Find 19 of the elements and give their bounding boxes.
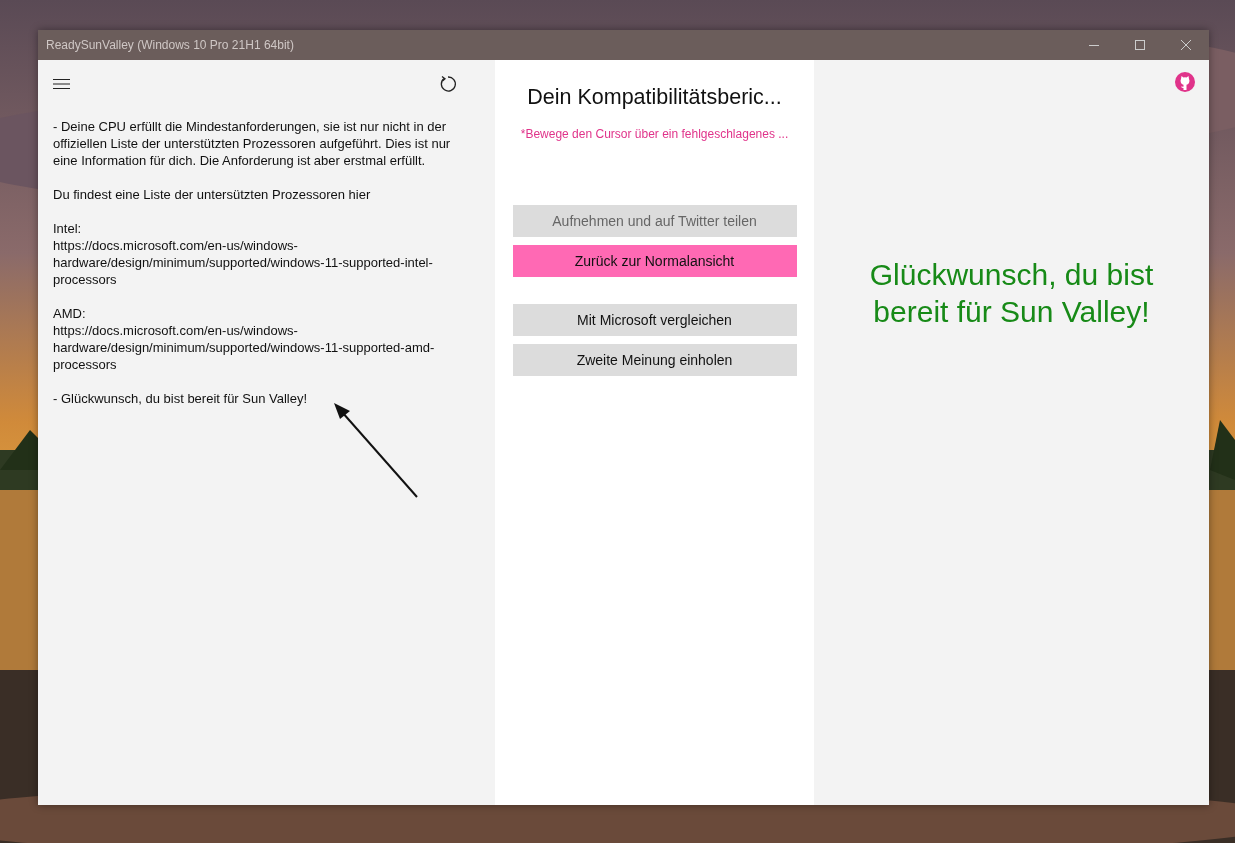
report-text: Du findest eine Liste der untersützten Prozessoren hier — [53, 186, 372, 203]
window-title: ReadySunValley (Windows 10 Pro 21H1 64bit) — [46, 38, 294, 52]
report-heading: Dein Kompatibilitätsberic... — [527, 85, 782, 110]
url-text: https://docs.microsoft.com/en-us/windows-hardware/design/minimum/supported/windows-11-supported-intel-processors — [53, 237, 434, 288]
action-button[interactable]: Zurück zur Normalansicht — [512, 245, 797, 277]
hint-text: *Bewege den Cursor über ein fehlgeschlagenes ... — [520, 127, 789, 141]
report-text: - Deine CPU erfüllt die Mindestanforderungen, sie ist nur nicht in der offiziellen Liste der unterstützten Prozessoren aufgeführt. Dies ist nur eine Information für dich. Die Anforderung ist aber erstmal erfüllt. — [53, 118, 452, 169]
report-text: - Glückwunsch, du bist bereit für Sun Valley! — [53, 390, 309, 407]
result-message: Glückwunsch, du bist bereit für Sun Valley! — [868, 257, 1155, 330]
close-icon[interactable] — [1181, 40, 1191, 50]
action-button[interactable]: Zweite Meinung einholen — [512, 344, 797, 376]
maximize-icon[interactable] — [1135, 40, 1145, 50]
label: Intel: — [53, 220, 83, 237]
action-button[interactable]: Mit Microsoft vergleichen — [512, 304, 797, 336]
cat-logo-icon[interactable] — [1175, 72, 1195, 92]
menu-icon[interactable] — [53, 78, 70, 90]
refresh-icon[interactable] — [439, 75, 457, 93]
url-text: https://docs.microsoft.com/en-us/windows-hardware/design/minimum/supported/windows-11-supported-amd-processors — [53, 322, 436, 373]
label: AMD: — [53, 305, 87, 322]
